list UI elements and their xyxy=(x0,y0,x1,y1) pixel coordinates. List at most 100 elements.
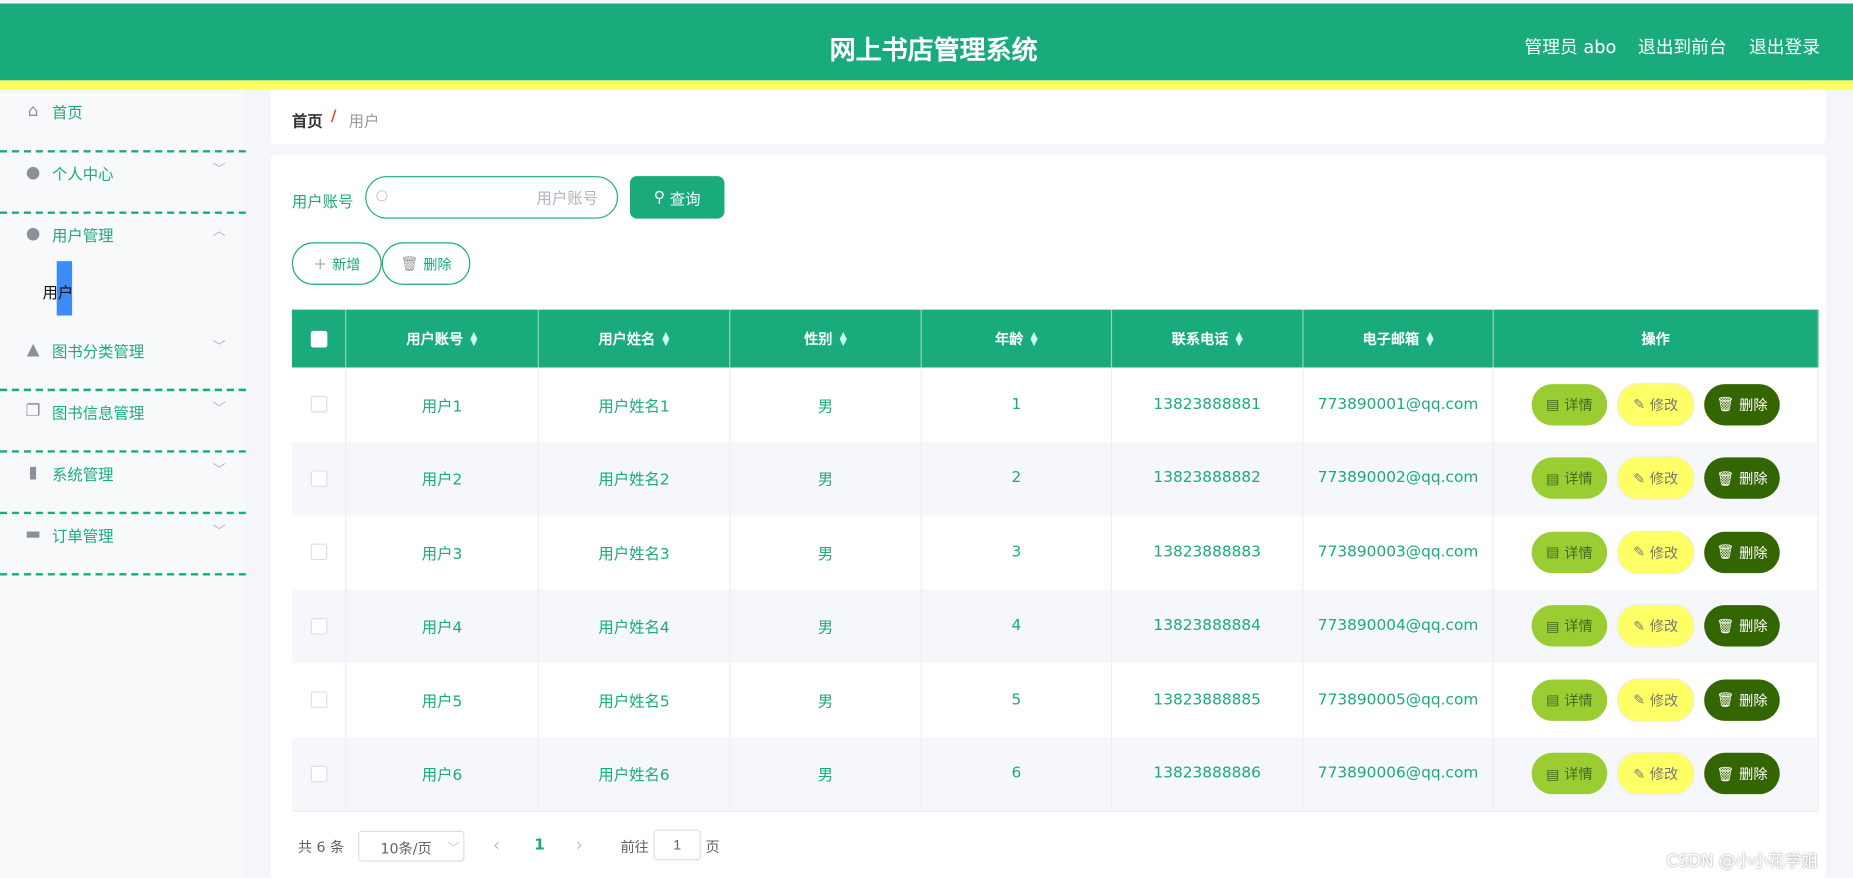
delete-button[interactable]: 🗑 删除 xyxy=(1704,605,1780,647)
table-cell: 13823888884 xyxy=(1112,589,1304,663)
trash-icon: 🗑 xyxy=(1716,543,1735,561)
search-input[interactable] xyxy=(394,184,601,211)
edit-label: 修改 xyxy=(1649,618,1679,635)
delete-label: 删除 xyxy=(1739,618,1768,635)
column-header[interactable]: 电子邮箱 ▲ ▼ xyxy=(1304,309,1494,368)
sort-icon[interactable]: ▲ ▼ xyxy=(1030,330,1037,347)
edit-button[interactable]: ✎ 修改 xyxy=(1616,530,1695,575)
content-card: 用户账号 ○ ⚲查询 ＋新增 🗑删除 用户账号▲▼用户姓名▲▼性别▲▼年龄▲▼联… xyxy=(270,154,1826,878)
column-header[interactable]: 用户姓名 ▲ ▼ xyxy=(539,309,731,368)
delete-button[interactable]: 🗑 删除 xyxy=(1704,531,1780,573)
sidebar-item-4[interactable]: ❐ 图书信息管理 ﹀ xyxy=(0,390,246,453)
search-button[interactable]: ⚲ 查询 xyxy=(629,176,725,219)
sidebar-item-label: 系统管理 xyxy=(51,466,114,485)
pencil-icon: ✎ xyxy=(1633,617,1646,635)
row-actions: ▤ 详情 ✎ 修改 🗑 删除 xyxy=(1494,589,1819,663)
table-cell: 用户姓名6 xyxy=(539,736,731,811)
sidebar-item-6[interactable]: ▬ 订单管理 ﹀ xyxy=(0,513,246,576)
row-actions: ▤ 详情 ✎ 修改 🗑 删除 xyxy=(1494,441,1819,516)
delete-button[interactable]: 🗑 删除 xyxy=(1704,679,1780,721)
detail-button[interactable]: ▤ 详情 xyxy=(1531,457,1608,500)
document-icon: ▤ xyxy=(1546,470,1560,487)
batch-delete-button[interactable]: 🗑 删除 xyxy=(381,242,471,285)
app: 网上书店管理系统 管理员 abo 退出到前台 退出登录 ⌂ 首页 ● 个人中心 ﹀ ● 用户… xyxy=(0,0,1853,878)
column-header[interactable]: 联系电话 ▲ ▼ xyxy=(1112,309,1304,368)
edit-button[interactable]: ✎ 修改 xyxy=(1616,456,1695,501)
sidebar-item-3[interactable]: ▲ 图书分类管理 ﹀ xyxy=(0,329,246,392)
goto-frontend-link[interactable]: 退出到前台 xyxy=(1638,34,1727,59)
pagination: 共 6 条 10条/页 ﹀ ‹ 1 › 前往 页 xyxy=(292,829,1001,862)
prev-page-button[interactable]: ‹ xyxy=(493,833,501,855)
logout-link[interactable]: 退出登录 xyxy=(1749,34,1820,59)
sidebar-item-1[interactable]: ● 个人中心 ﹀ xyxy=(0,151,246,214)
table-cell: 1 xyxy=(922,367,1113,442)
edit-label: 修改 xyxy=(1649,766,1679,783)
column-header[interactable]: 年龄 ▲ ▼ xyxy=(922,309,1113,368)
column-header: 操作 xyxy=(1494,309,1819,368)
column-header[interactable]: 用户账号 ▲ ▼ xyxy=(346,309,539,368)
table-cell: 5 xyxy=(922,662,1113,737)
select-all-checkbox[interactable] xyxy=(310,330,327,347)
sort-icon[interactable]: ▲ ▼ xyxy=(470,330,477,347)
edit-button[interactable]: ✎ 修改 xyxy=(1616,678,1695,722)
row-checkbox[interactable] xyxy=(310,543,327,561)
sidebar-item-5[interactable]: ▮ 系统管理 ﹀ xyxy=(0,451,246,515)
detail-button[interactable]: ▤ 详情 xyxy=(1531,531,1608,573)
table-cell: 男 xyxy=(730,367,922,442)
table-row: 用户5 用户姓名5 男 5 13823888885 773890005@qq.com ▤ 详… xyxy=(291,662,1819,739)
detail-button[interactable]: ▤ 详情 xyxy=(1531,753,1608,795)
table-cell: 3 xyxy=(922,515,1113,590)
edit-button[interactable]: ✎ 修改 xyxy=(1616,751,1695,796)
row-checkbox[interactable] xyxy=(310,691,327,709)
trash-icon: 🗑 xyxy=(1716,617,1735,635)
table-cell: 773890004@qq.com xyxy=(1304,589,1494,663)
row-checkbox[interactable] xyxy=(310,765,327,783)
table-cell: 773890005@qq.com xyxy=(1304,662,1494,737)
detail-label: 详情 xyxy=(1564,396,1593,414)
sort-icon[interactable]: ▲ ▼ xyxy=(662,330,669,347)
table-cell: 用户3 xyxy=(346,515,539,590)
search-input-wrapper: ○ xyxy=(365,176,619,219)
edit-button[interactable]: ✎ 修改 xyxy=(1616,604,1695,648)
detail-button[interactable]: ▤ 详情 xyxy=(1531,383,1608,426)
delete-button[interactable]: 🗑 删除 xyxy=(1704,457,1780,500)
table-row: 用户2 用户姓名2 男 2 13823888882 773890002@qq.com ▤ 详… xyxy=(291,441,1819,517)
detail-label: 详情 xyxy=(1564,544,1593,562)
table-cell: 用户4 xyxy=(346,589,539,663)
row-checkbox[interactable] xyxy=(310,396,327,413)
detail-button[interactable]: ▤ 详情 xyxy=(1531,605,1608,647)
sort-icon[interactable]: ▲ ▼ xyxy=(1426,330,1433,347)
add-button[interactable]: ＋新增 xyxy=(291,242,382,285)
column-header-label: 用户姓名 xyxy=(598,330,656,348)
detail-label: 详情 xyxy=(1564,470,1593,488)
breadcrumb-home[interactable]: 首页 xyxy=(292,109,323,131)
row-checkbox[interactable] xyxy=(310,470,327,487)
sort-icon[interactable]: ▲ ▼ xyxy=(840,330,847,347)
sidebar: ⌂ 首页 ● 个人中心 ﹀ ● 用户管理 ︿ ▲ 图书分类管理 ﹀ ❐ 图书信息管理 ﹀ ▮ 系统管理 ﹀ ▬ 订单… xyxy=(0,89,246,878)
edit-button[interactable]: ✎ 修改 xyxy=(1616,382,1695,427)
trash-icon: 🗑 xyxy=(1716,765,1735,783)
sidebar-item-0[interactable]: ⌂ 首页 xyxy=(0,90,246,153)
table-cell: 13823888886 xyxy=(1112,736,1304,811)
delete-button[interactable]: 🗑 删除 xyxy=(1704,753,1780,795)
detail-button[interactable]: ▤ 详情 xyxy=(1531,679,1608,721)
column-header-label: 性别 xyxy=(804,330,833,348)
table-row: 用户4 用户姓名4 男 4 13823888884 773890004@qq.com ▤ 详… xyxy=(291,589,1819,665)
sidebar-subitem-user[interactable]: 用户 xyxy=(0,261,246,316)
page-1-button[interactable]: 1 xyxy=(534,837,545,855)
sort-icon[interactable]: ▲ ▼ xyxy=(1235,330,1242,347)
next-page-button[interactable]: › xyxy=(576,833,584,855)
row-checkbox[interactable] xyxy=(310,617,327,635)
page-size-select[interactable]: 10条/页 ﹀ xyxy=(358,830,465,862)
delete-button[interactable]: 🗑 删除 xyxy=(1704,383,1780,426)
sidebar-item-label: 首页 xyxy=(51,105,83,123)
column-header[interactable]: 性别 ▲ ▼ xyxy=(730,309,922,368)
delete-label: 删除 xyxy=(423,255,452,273)
table-cell: 6 xyxy=(922,736,1113,811)
breadcrumb-separator: / xyxy=(330,107,337,126)
goto-page-input[interactable] xyxy=(653,829,701,861)
document-icon: ▤ xyxy=(1546,396,1560,413)
table-cell: 用户姓名2 xyxy=(539,441,731,516)
admin-user-link[interactable]: 管理员 abo xyxy=(1525,34,1617,59)
pencil-icon: ✎ xyxy=(1633,543,1646,561)
